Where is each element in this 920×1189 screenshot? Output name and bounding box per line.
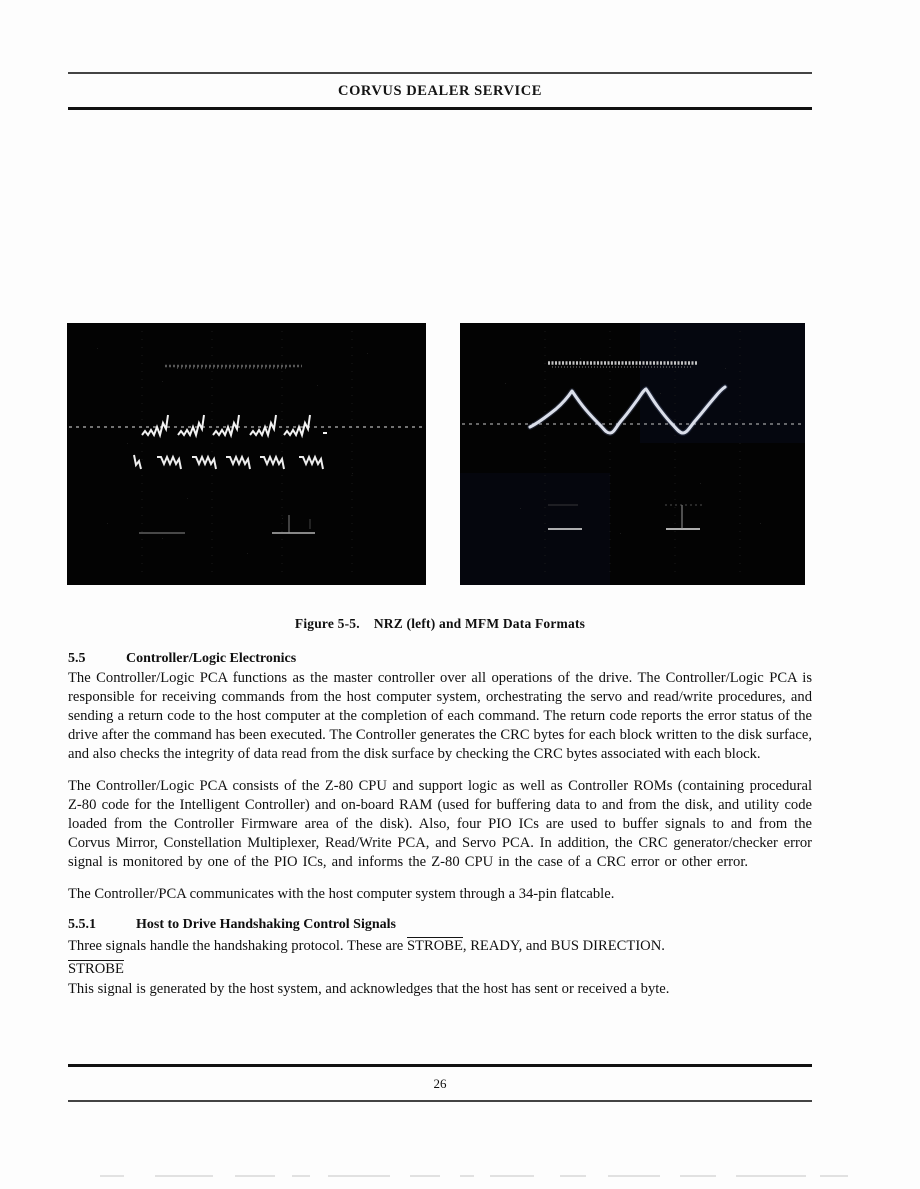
header-rule-top	[68, 72, 812, 74]
scan-artifact-band	[60, 1168, 860, 1186]
nrz-trace-graphic	[67, 323, 426, 585]
handshaking-suffix: , READY, and BUS DIRECTION.	[462, 938, 665, 955]
subsection-number: 5.5.1	[68, 917, 96, 933]
mfm-oscilloscope-photo	[460, 323, 805, 585]
paragraph-controller-components: The Controller/Logic PCA consists of the…	[68, 778, 812, 871]
page-body: 5.5 Controller/Logic Electronics The Con…	[68, 651, 812, 999]
subsection-title: Host to Drive Handshaking Control Signal…	[136, 917, 396, 933]
mfm-trace-graphic	[460, 323, 805, 585]
figure-caption: Figure 5-5. NRZ (left) and MFM Data Forma…	[68, 616, 812, 632]
running-head-title: CORVUS DEALER SERVICE	[338, 82, 542, 99]
paragraph-controller-overview: The Controller/Logic PCA functions as th…	[68, 670, 812, 763]
header-rule-bottom	[68, 106, 812, 110]
page-number: 26	[433, 1076, 447, 1092]
nrz-oscilloscope-photo	[67, 323, 426, 585]
footer-rule-bottom	[68, 1100, 812, 1102]
figure-caption-text: NRZ (left) and MFM Data Formats	[373, 616, 586, 631]
section-heading-5-5-1: 5.5.1 Host to Drive Handshaking Control …	[68, 917, 812, 933]
document-page: CORVUS DEALER SERVICE Figure 5-5. NRZ (l…	[0, 0, 920, 1189]
term-heading-strobe: STROBE	[68, 960, 812, 979]
page-header: CORVUS DEALER SERVICE	[68, 72, 812, 110]
handshaking-prefix: Three signals handle the handshaking pro…	[68, 938, 407, 955]
page-footer: 26	[68, 1064, 812, 1102]
paragraph-handshaking-signals: Three signals handle the handshaking pro…	[68, 937, 812, 956]
figure-caption-number: Figure 5-5.	[294, 616, 360, 631]
section-number: 5.5	[68, 651, 86, 666]
paragraph-flatcable: The Controller/PCA communicates with the…	[68, 886, 615, 903]
signal-name-strobe: STROBE	[68, 960, 124, 978]
signal-name-strobe-inline: STROBE	[406, 937, 463, 955]
figure-5-5	[67, 323, 812, 585]
section-heading-5-5: 5.5 Controller/Logic Electronics	[68, 651, 812, 667]
section-title: Controller/Logic Electronics	[126, 651, 297, 666]
paragraph-strobe-description: This signal is generated by the host sys…	[68, 981, 670, 998]
